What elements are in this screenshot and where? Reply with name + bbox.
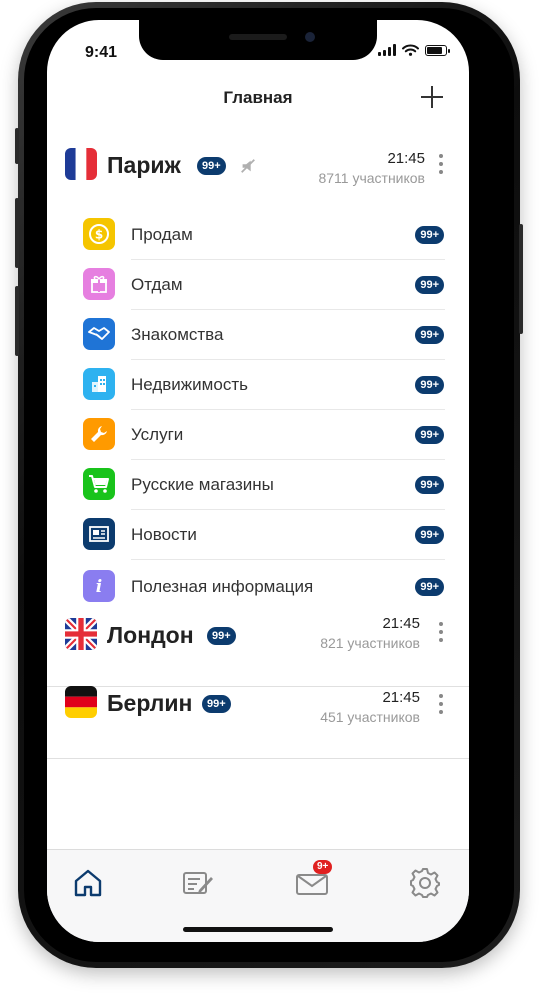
tab-home[interactable] — [71, 866, 105, 900]
unread-badge: 99+ — [207, 627, 236, 645]
group-name: Берлин — [107, 690, 193, 716]
messages-badge: 9+ — [313, 860, 333, 874]
front-camera — [305, 32, 315, 42]
tab-bar: 9+ — [47, 849, 469, 942]
wifi-icon — [402, 44, 419, 56]
group-header[interactable]: Берлин 99+ 21:45 451 участников — [47, 686, 469, 742]
edit-note-icon — [183, 872, 213, 894]
volume-down-button — [15, 286, 19, 356]
item-label: Полезная информация — [131, 577, 314, 596]
group-header[interactable]: Лондон 99+ 21:45 821 участников — [47, 612, 469, 668]
list-item[interactable]: Услуги 99+ — [47, 410, 469, 460]
speaker-grille — [229, 34, 287, 40]
unread-badge: 99+ — [415, 276, 444, 294]
group-paris[interactable]: Париж 99+ 21:45 8711 участников $ Продам… — [47, 144, 469, 602]
svg-text:i: i — [96, 577, 102, 596]
svg-text:$: $ — [95, 228, 103, 242]
list-item[interactable]: Знакомства 99+ — [47, 310, 469, 360]
list-item[interactable]: Недвижимость 99+ — [47, 360, 469, 410]
tab-messages[interactable]: 9+ — [295, 860, 333, 900]
unread-badge: 99+ — [415, 226, 444, 244]
divider — [47, 758, 469, 759]
list-item[interactable]: i Полезная информация 99+ — [47, 562, 469, 612]
group-time: 21:45 — [382, 615, 420, 632]
unread-badge: 99+ — [415, 476, 444, 494]
handshake-icon — [83, 318, 115, 350]
silent-switch — [15, 128, 19, 164]
battery-icon — [425, 44, 450, 56]
group-members: 8711 участников — [318, 170, 425, 186]
gift-icon — [83, 268, 115, 300]
group-header[interactable]: Париж 99+ 21:45 8711 участников — [47, 144, 469, 200]
info-icon: i — [83, 570, 115, 602]
home-indicator[interactable] — [183, 927, 333, 932]
group-time: 21:45 — [382, 689, 420, 706]
france-flag-icon — [65, 148, 97, 180]
unread-badge: 99+ — [197, 157, 226, 175]
item-label: Недвижимость — [131, 375, 248, 394]
item-label: Услуги — [131, 425, 184, 444]
unread-badge: 99+ — [415, 426, 444, 444]
uk-flag-icon — [65, 618, 97, 650]
item-label: Знакомства — [131, 325, 224, 344]
mute-icon — [241, 159, 255, 173]
tab-posts[interactable] — [181, 866, 215, 900]
power-button — [519, 224, 523, 334]
more-options-icon[interactable] — [439, 154, 445, 178]
app-header: Главная — [47, 76, 469, 124]
list-item[interactable]: Русские магазины 99+ — [47, 460, 469, 510]
item-label: Русские магазины — [131, 475, 274, 494]
newspaper-icon — [83, 518, 115, 550]
wrench-icon — [83, 418, 115, 450]
unread-badge: 99+ — [202, 695, 231, 713]
more-options-icon[interactable] — [439, 694, 445, 718]
list-item[interactable]: $ Продам 99+ — [47, 210, 469, 260]
germany-flag-icon — [65, 686, 97, 718]
page-title: Главная — [223, 88, 293, 107]
cellular-signal-icon — [378, 44, 396, 56]
add-button[interactable] — [419, 84, 445, 110]
unread-badge: 99+ — [415, 376, 444, 394]
gear-icon — [410, 868, 440, 898]
volume-up-button — [15, 198, 19, 268]
item-label: Продам — [131, 225, 193, 244]
tab-settings[interactable] — [408, 866, 442, 900]
unread-badge: 99+ — [415, 578, 444, 596]
status-icons — [378, 44, 450, 56]
item-label: Новости — [131, 525, 197, 544]
notch — [139, 20, 377, 60]
list-item[interactable]: Новости 99+ — [47, 510, 469, 560]
group-name: Лондон — [107, 622, 194, 648]
unread-badge: 99+ — [415, 526, 444, 544]
status-time: 9:41 — [85, 44, 118, 61]
divider — [131, 559, 445, 560]
unread-badge: 99+ — [415, 326, 444, 344]
building-icon — [83, 368, 115, 400]
group-members: 451 участников — [320, 709, 420, 725]
shopping-cart-icon — [83, 468, 115, 500]
group-members: 821 участников — [320, 635, 420, 651]
group-london[interactable]: Лондон 99+ 21:45 821 участников — [47, 612, 469, 687]
group-time: 21:45 — [387, 150, 425, 167]
group-name: Париж — [107, 152, 181, 178]
dollar-coin-icon: $ — [83, 218, 115, 250]
list-item[interactable]: Отдам 99+ — [47, 260, 469, 310]
group-berlin[interactable]: Берлин 99+ 21:45 451 участников — [47, 686, 469, 759]
more-options-icon[interactable] — [439, 622, 445, 646]
screen: 9:41 Главная Париж 99+ 21:45 8711 участн… — [47, 20, 469, 942]
home-icon — [74, 869, 102, 897]
item-label: Отдам — [131, 275, 183, 294]
